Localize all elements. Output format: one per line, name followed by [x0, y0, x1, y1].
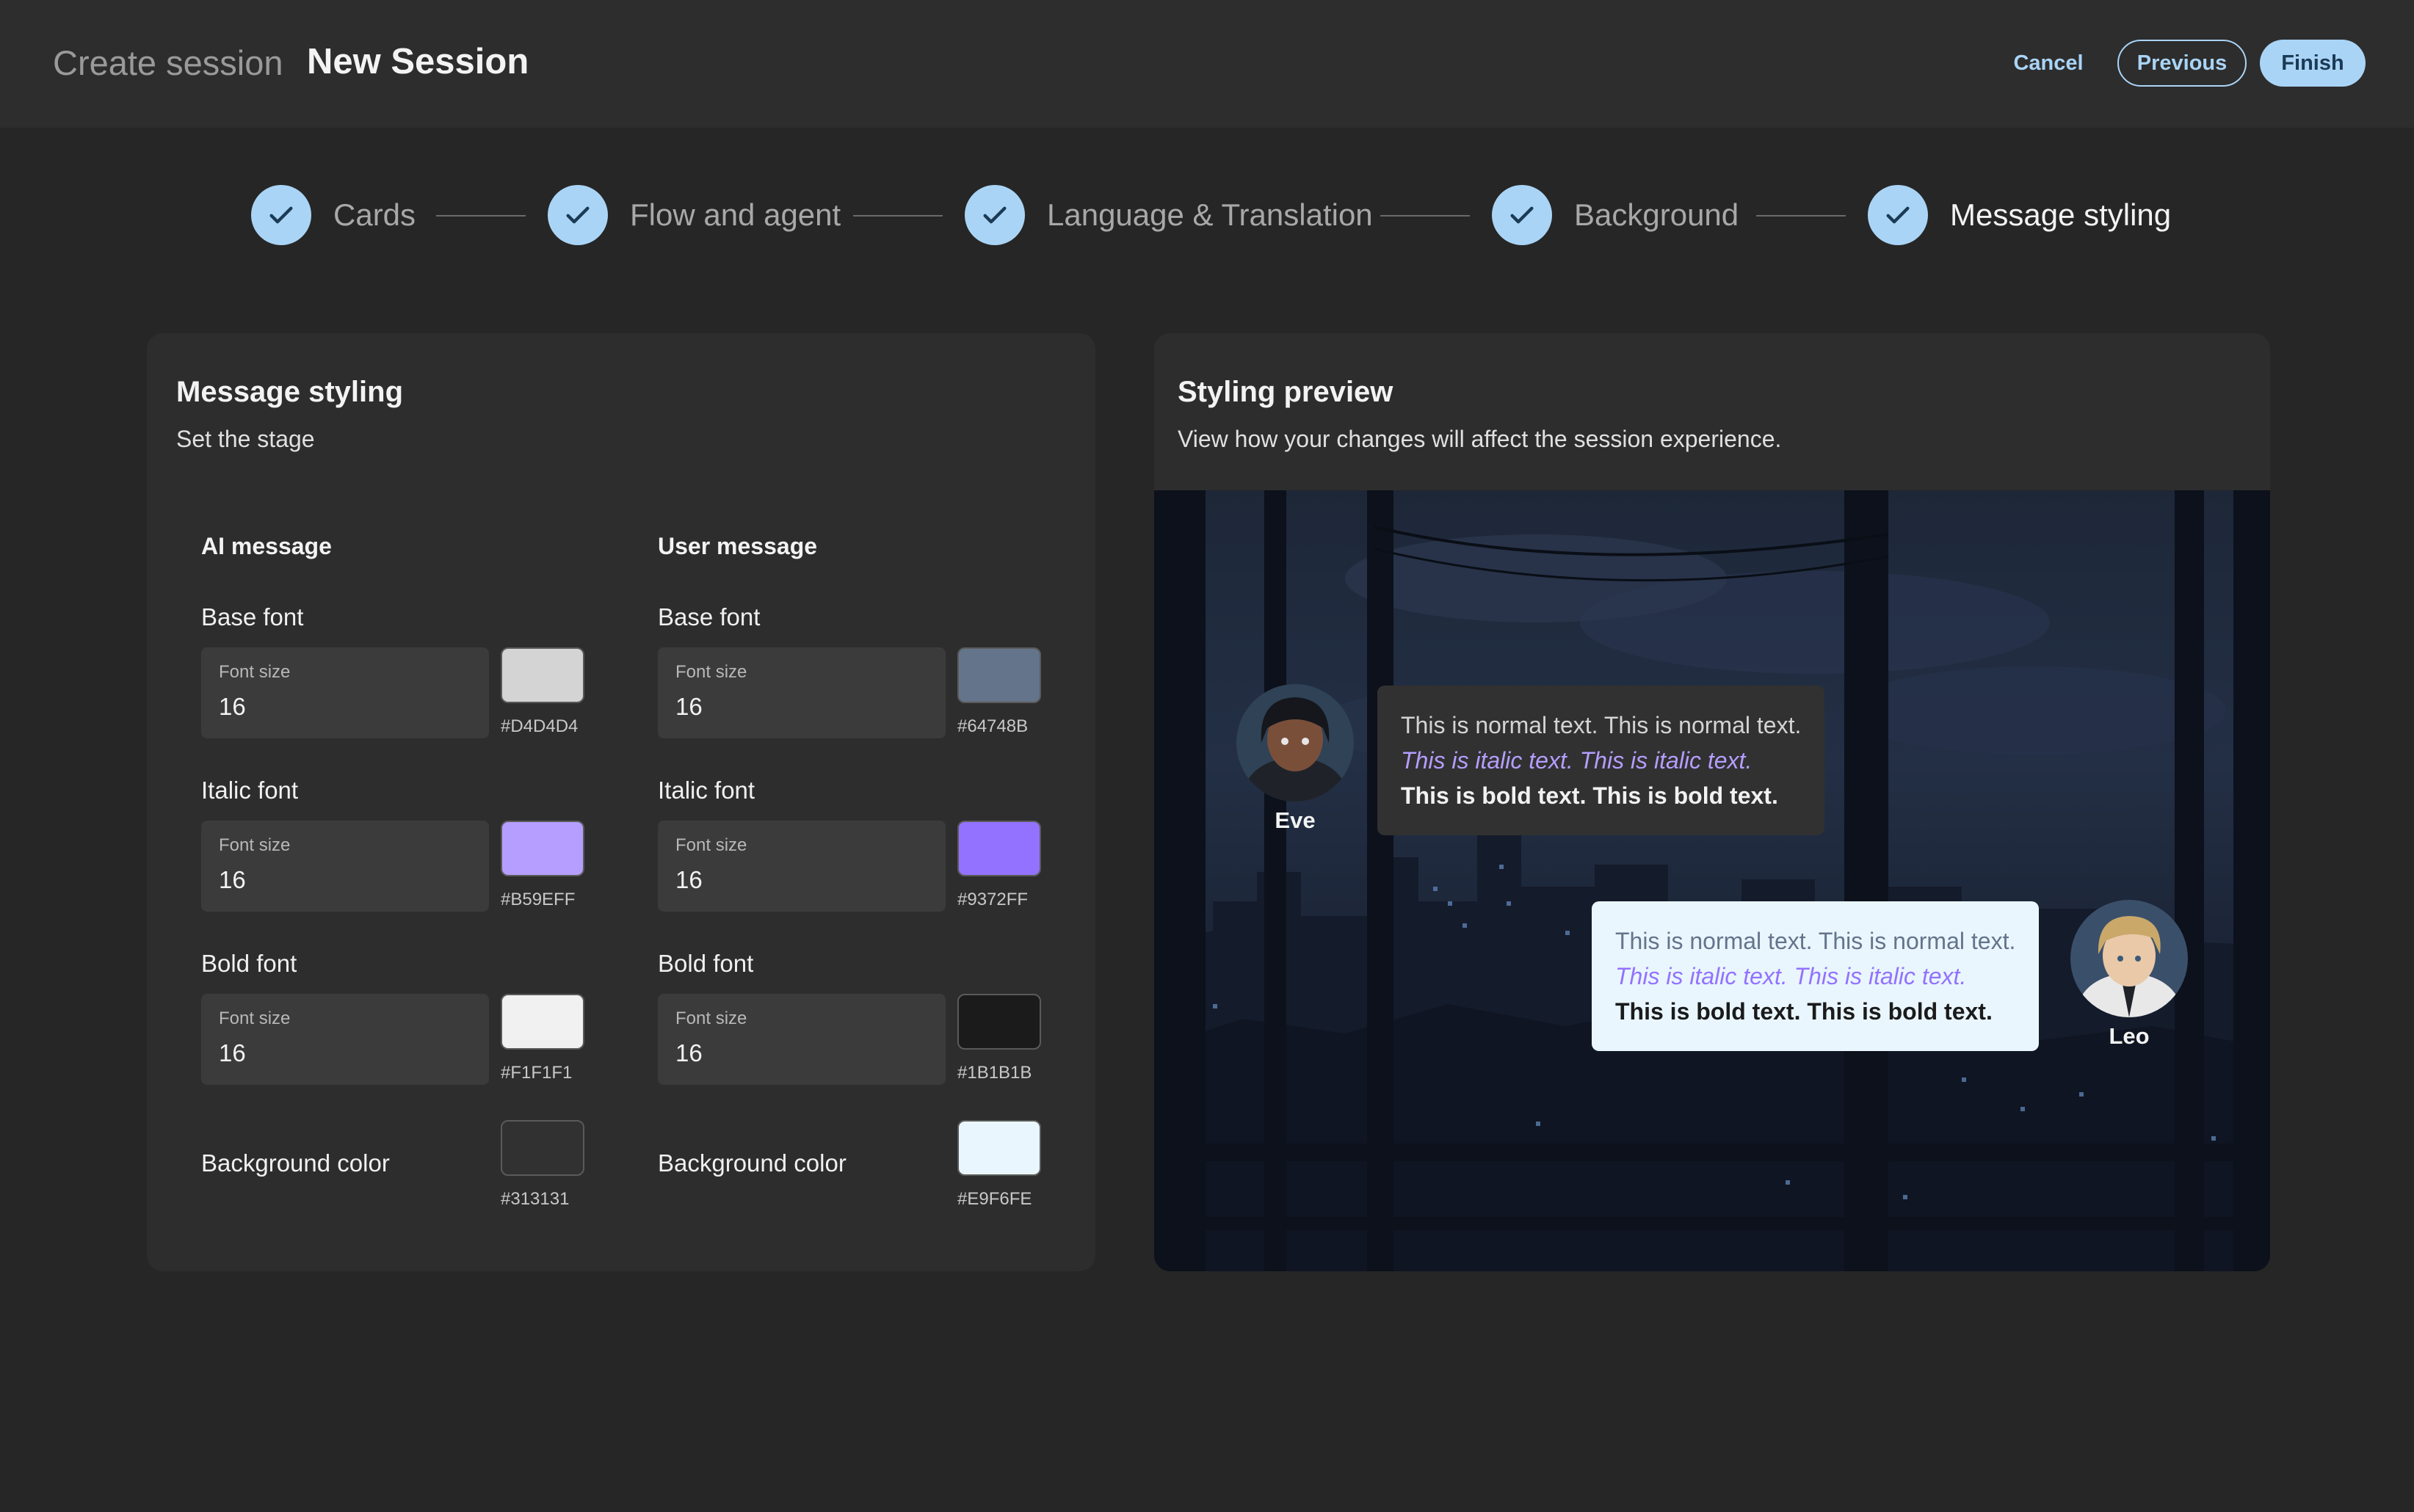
night-city-background-image — [1154, 490, 2270, 1271]
step-connector — [1380, 215, 1470, 217]
cancel-button[interactable]: Cancel — [1997, 40, 2100, 87]
user-italic-color-hex: #9372FF — [957, 890, 1029, 909]
ai-message-heading: AI message — [201, 533, 332, 559]
font-size-label: Font size — [675, 1008, 747, 1028]
ai-message-bubble: This is normal text. This is normal text… — [1377, 686, 1825, 835]
ai-italic-font-label: Italic font — [201, 777, 299, 804]
step-connector — [436, 215, 526, 217]
ai-background-color-label: Background color — [201, 1149, 390, 1177]
leo-name: Leo — [2109, 1023, 2150, 1049]
font-size-label: Font size — [219, 835, 291, 855]
font-size-label: Font size — [219, 1008, 291, 1028]
user-message-bubble: This is normal text. This is normal text… — [1592, 901, 2040, 1051]
preview-title: Styling preview — [1178, 376, 1393, 408]
preview-background: Eve This is normal text. This is normal … — [1154, 490, 2270, 1271]
eve-avatar-image — [1236, 684, 1354, 802]
user-base-color-hex: #64748B — [957, 716, 1029, 736]
font-size-value: 16 — [219, 693, 246, 720]
font-size-label: Font size — [219, 662, 291, 682]
check-icon — [1492, 185, 1552, 245]
step-message-styling[interactable]: Message styling — [1868, 185, 2171, 245]
user-italic-color-swatch[interactable] — [957, 821, 1041, 876]
breadcrumb[interactable]: Create session — [53, 43, 283, 83]
font-size-label: Font size — [675, 662, 747, 682]
ai-italic-color-hex: #B59EFF — [501, 890, 576, 909]
panel-subtitle: Set the stage — [176, 426, 315, 452]
user-italic-font-size-input[interactable]: Font size 16 — [658, 821, 946, 912]
ai-italic-font-size-input[interactable]: Font size 16 — [201, 821, 489, 912]
preview-subtitle: View how your changes will affect the se… — [1178, 426, 1782, 452]
font-size-value: 16 — [675, 866, 703, 893]
eve-avatar — [1236, 684, 1354, 802]
user-base-font-size-input[interactable]: Font size 16 — [658, 647, 946, 738]
step-connector — [1756, 215, 1846, 217]
step-label: Language & Translation — [1047, 197, 1373, 232]
panel-title: Message styling — [176, 376, 404, 408]
ai-base-font-size-input[interactable]: Font size 16 — [201, 647, 489, 738]
ai-base-color-hex: #D4D4D4 — [501, 716, 579, 736]
leo-avatar-image — [2070, 900, 2188, 1017]
page-title: New Session — [307, 42, 529, 81]
check-icon — [1868, 185, 1928, 245]
ai-bold-color-swatch[interactable] — [501, 994, 584, 1050]
user-bold-font-size-input[interactable]: Font size 16 — [658, 994, 946, 1085]
font-size-value: 16 — [675, 1039, 703, 1066]
ai-bold-font-label: Bold font — [201, 950, 297, 977]
check-icon — [548, 185, 608, 245]
user-base-color-swatch[interactable] — [957, 647, 1041, 703]
font-size-label: Font size — [675, 835, 747, 855]
ai-background-color-hex: #313131 — [501, 1189, 570, 1209]
ai-bold-font-size-input[interactable]: Font size 16 — [201, 994, 489, 1085]
user-bold-text: This is bold text. This is bold text. — [1615, 998, 1993, 1025]
font-size-value: 16 — [675, 693, 703, 720]
user-message-heading: User message — [658, 533, 818, 559]
user-italic-font-label: Italic font — [658, 777, 755, 804]
user-background-color-swatch[interactable] — [957, 1120, 1041, 1176]
step-connector — [853, 215, 943, 217]
top-bar: Create session New Session Cancel Previo… — [0, 0, 2414, 128]
step-label: Cards — [333, 197, 416, 232]
step-label: Background — [1574, 197, 1739, 232]
check-icon — [965, 185, 1025, 245]
user-bold-font-label: Bold font — [658, 950, 754, 977]
ai-normal-text: This is normal text. This is normal text… — [1401, 712, 1802, 738]
user-bold-color-hex: #1B1B1B — [957, 1063, 1032, 1083]
user-bold-color-swatch[interactable] — [957, 994, 1041, 1050]
ai-italic-color-swatch[interactable] — [501, 821, 584, 876]
eve-name: Eve — [1275, 807, 1316, 833]
user-background-color-hex: #E9F6FE — [957, 1189, 1032, 1209]
previous-button[interactable]: Previous — [2117, 40, 2247, 87]
user-background-color-label: Background color — [658, 1149, 847, 1177]
ai-bold-color-hex: #F1F1F1 — [501, 1063, 573, 1083]
step-flow-and-agent[interactable]: Flow and agent — [548, 185, 841, 245]
step-cards[interactable]: Cards — [251, 185, 416, 245]
font-size-value: 16 — [219, 1039, 246, 1066]
step-label: Message styling — [1950, 197, 2172, 232]
user-normal-text: This is normal text. This is normal text… — [1615, 928, 2016, 954]
step-language-translation[interactable]: Language & Translation — [965, 185, 1373, 245]
step-background[interactable]: Background — [1492, 185, 1739, 245]
font-size-value: 16 — [219, 866, 246, 893]
ai-base-font-label: Base font — [201, 603, 304, 630]
user-base-font-label: Base font — [658, 603, 761, 630]
message-styling-panel: Message styling Set the stage AI message… — [147, 333, 1095, 1271]
ai-italic-text: This is italic text. This is italic text… — [1401, 747, 1752, 774]
leo-avatar — [2070, 900, 2188, 1017]
ai-background-color-swatch[interactable] — [501, 1120, 584, 1176]
user-italic-text: This is italic text. This is italic text… — [1615, 963, 1967, 989]
check-icon — [251, 185, 311, 245]
ai-base-color-swatch[interactable] — [501, 647, 584, 703]
ai-bold-text: This is bold text. This is bold text. — [1401, 782, 1778, 809]
step-label: Flow and agent — [630, 197, 841, 232]
styling-preview-panel: Styling preview View how your changes wi… — [1154, 333, 2270, 1271]
finish-button[interactable]: Finish — [2260, 40, 2366, 87]
